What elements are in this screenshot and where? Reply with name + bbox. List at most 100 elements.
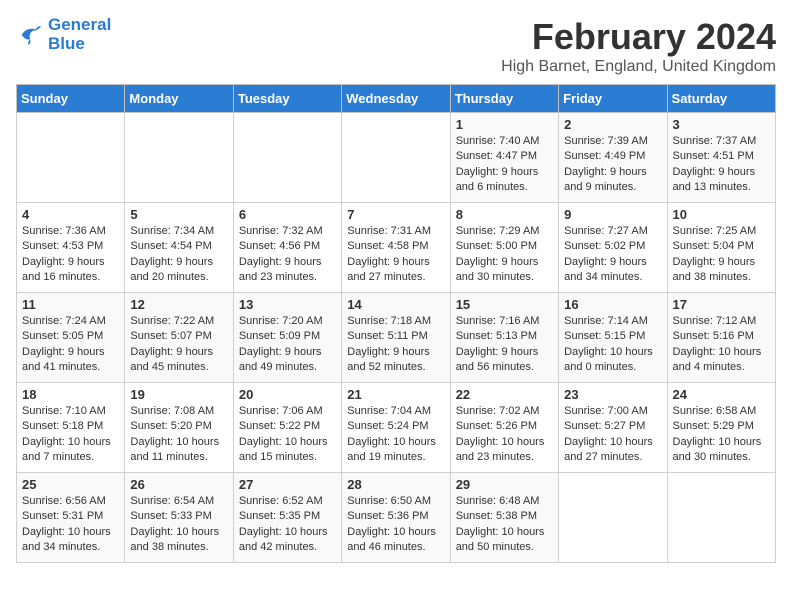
calendar-cell: 26 Sunrise: 6:54 AM Sunset: 5:33 PM Dayli… [125, 473, 233, 563]
day-number: 14 [347, 297, 444, 312]
logo-line2: Blue [48, 35, 111, 54]
calendar-cell: 9 Sunrise: 7:27 AM Sunset: 5:02 PM Daylig… [559, 203, 667, 293]
calendar-cell [233, 113, 341, 203]
day-info: Sunrise: 7:10 AM Sunset: 5:18 PM Dayligh… [22, 404, 119, 466]
calendar-cell: 6Sunrise: 7:32 AM Sunset: 4:56 PM Daylig… [233, 203, 341, 293]
weekday-header: Monday [125, 85, 233, 113]
day-number: 27 [239, 477, 336, 492]
calendar-cell: 1 Sunrise: 7:40 AM Sunset: 4:47 PM Daylig… [450, 113, 558, 203]
day-info: Sunrise: 6:56 AM Sunset: 5:31 PM Dayligh… [22, 494, 119, 556]
calendar-cell: 5 Sunrise: 7:34 AM Sunset: 4:54 PM Daylig… [125, 203, 233, 293]
day-number: 12 [130, 297, 227, 312]
day-info: Sunrise: 7:02 AM Sunset: 5:26 PM Dayligh… [456, 404, 553, 466]
day-info: Sunrise: 7:29 AM Sunset: 5:00 PM Dayligh… [456, 224, 553, 286]
calendar-cell [342, 113, 450, 203]
calendar-week-row: 4Sunrise: 7:36 AM Sunset: 4:53 PM Daylig… [17, 203, 776, 293]
calendar-cell: 24 Sunrise: 6:58 AM Sunset: 5:29 PM Dayli… [667, 383, 775, 473]
page-title: February 2024 [501, 16, 776, 58]
day-info: Sunrise: 7:00 AM Sunset: 5:27 PM Dayligh… [564, 404, 661, 466]
day-info: Sunrise: 7:31 AM Sunset: 4:58 PM Dayligh… [347, 224, 444, 286]
calendar-cell: 7 Sunrise: 7:31 AM Sunset: 4:58 PM Daylig… [342, 203, 450, 293]
calendar-cell: 20Sunrise: 7:06 AM Sunset: 5:22 PM Dayli… [233, 383, 341, 473]
day-number: 19 [130, 387, 227, 402]
day-number: 5 [130, 207, 227, 222]
day-info: Sunrise: 7:24 AM Sunset: 5:05 PM Dayligh… [22, 314, 119, 376]
day-info: Sunrise: 7:22 AM Sunset: 5:07 PM Dayligh… [130, 314, 227, 376]
day-info: Sunrise: 6:50 AM Sunset: 5:36 PM Dayligh… [347, 494, 444, 556]
calendar-cell: 27 Sunrise: 6:52 AM Sunset: 5:35 PM Dayli… [233, 473, 341, 563]
calendar-cell: 16 Sunrise: 7:14 AM Sunset: 5:15 PM Dayli… [559, 293, 667, 383]
day-number: 9 [564, 207, 661, 222]
calendar-cell: 17 Sunrise: 7:12 AM Sunset: 5:16 PM Dayli… [667, 293, 775, 383]
day-info: Sunrise: 7:25 AM Sunset: 5:04 PM Dayligh… [673, 224, 770, 286]
day-number: 11 [22, 297, 119, 312]
calendar-cell [17, 113, 125, 203]
day-number: 7 [347, 207, 444, 222]
calendar-week-row: 25 Sunrise: 6:56 AM Sunset: 5:31 PM Dayli… [17, 473, 776, 563]
calendar-cell: 23 Sunrise: 7:00 AM Sunset: 5:27 PM Dayli… [559, 383, 667, 473]
day-number: 17 [673, 297, 770, 312]
calendar-cell: 15Sunrise: 7:16 AM Sunset: 5:13 PM Dayli… [450, 293, 558, 383]
day-number: 8 [456, 207, 553, 222]
title-block: February 2024 High Barnet, England, Unit… [501, 16, 776, 76]
calendar-cell: 11 Sunrise: 7:24 AM Sunset: 5:05 PM Dayli… [17, 293, 125, 383]
day-number: 3 [673, 117, 770, 132]
calendar-cell: 22 Sunrise: 7:02 AM Sunset: 5:26 PM Dayli… [450, 383, 558, 473]
day-info: Sunrise: 7:36 AM Sunset: 4:53 PM Dayligh… [22, 224, 119, 286]
calendar-week-row: 11 Sunrise: 7:24 AM Sunset: 5:05 PM Dayli… [17, 293, 776, 383]
day-number: 23 [564, 387, 661, 402]
day-number: 26 [130, 477, 227, 492]
weekday-header: Wednesday [342, 85, 450, 113]
day-info: Sunrise: 6:52 AM Sunset: 5:35 PM Dayligh… [239, 494, 336, 556]
day-info: Sunrise: 7:18 AM Sunset: 5:11 PM Dayligh… [347, 314, 444, 376]
day-number: 1 [456, 117, 553, 132]
day-info: Sunrise: 7:12 AM Sunset: 5:16 PM Dayligh… [673, 314, 770, 376]
calendar-cell: 29Sunrise: 6:48 AM Sunset: 5:38 PM Dayli… [450, 473, 558, 563]
calendar-cell: 13Sunrise: 7:20 AM Sunset: 5:09 PM Dayli… [233, 293, 341, 383]
calendar-cell: 14 Sunrise: 7:18 AM Sunset: 5:11 PM Dayli… [342, 293, 450, 383]
weekday-header: Friday [559, 85, 667, 113]
day-number: 16 [564, 297, 661, 312]
day-info: Sunrise: 6:48 AM Sunset: 5:38 PM Dayligh… [456, 494, 553, 556]
day-number: 28 [347, 477, 444, 492]
day-info: Sunrise: 7:27 AM Sunset: 5:02 PM Dayligh… [564, 224, 661, 286]
day-info: Sunrise: 7:20 AM Sunset: 5:09 PM Dayligh… [239, 314, 336, 376]
day-info: Sunrise: 6:54 AM Sunset: 5:33 PM Dayligh… [130, 494, 227, 556]
day-info: Sunrise: 7:04 AM Sunset: 5:24 PM Dayligh… [347, 404, 444, 466]
day-info: Sunrise: 7:40 AM Sunset: 4:47 PM Dayligh… [456, 134, 553, 196]
day-number: 18 [22, 387, 119, 402]
logo-line1: General [48, 16, 111, 35]
calendar-cell: 18 Sunrise: 7:10 AM Sunset: 5:18 PM Dayli… [17, 383, 125, 473]
calendar-cell: 21 Sunrise: 7:04 AM Sunset: 5:24 PM Dayli… [342, 383, 450, 473]
day-info: Sunrise: 7:08 AM Sunset: 5:20 PM Dayligh… [130, 404, 227, 466]
calendar-cell: 12 Sunrise: 7:22 AM Sunset: 5:07 PM Dayli… [125, 293, 233, 383]
day-info: Sunrise: 7:16 AM Sunset: 5:13 PM Dayligh… [456, 314, 553, 376]
page-header: General Blue February 2024 High Barnet, … [16, 16, 776, 76]
calendar-week-row: 1 Sunrise: 7:40 AM Sunset: 4:47 PM Daylig… [17, 113, 776, 203]
day-number: 2 [564, 117, 661, 132]
day-number: 21 [347, 387, 444, 402]
logo: General Blue [16, 16, 111, 53]
calendar-table: SundayMondayTuesdayWednesdayThursdayFrid… [16, 84, 776, 563]
calendar-cell: 8 Sunrise: 7:29 AM Sunset: 5:00 PM Daylig… [450, 203, 558, 293]
weekday-header: Thursday [450, 85, 558, 113]
day-info: Sunrise: 7:06 AM Sunset: 5:22 PM Dayligh… [239, 404, 336, 466]
day-info: Sunrise: 6:58 AM Sunset: 5:29 PM Dayligh… [673, 404, 770, 466]
calendar-week-row: 18 Sunrise: 7:10 AM Sunset: 5:18 PM Dayli… [17, 383, 776, 473]
day-number: 22 [456, 387, 553, 402]
day-info: Sunrise: 7:39 AM Sunset: 4:49 PM Dayligh… [564, 134, 661, 196]
day-info: Sunrise: 7:14 AM Sunset: 5:15 PM Dayligh… [564, 314, 661, 376]
calendar-cell: 4Sunrise: 7:36 AM Sunset: 4:53 PM Daylig… [17, 203, 125, 293]
day-number: 25 [22, 477, 119, 492]
day-number: 10 [673, 207, 770, 222]
day-number: 24 [673, 387, 770, 402]
calendar-cell: 25 Sunrise: 6:56 AM Sunset: 5:31 PM Dayli… [17, 473, 125, 563]
day-info: Sunrise: 7:37 AM Sunset: 4:51 PM Dayligh… [673, 134, 770, 196]
weekday-header: Sunday [17, 85, 125, 113]
weekday-header: Saturday [667, 85, 775, 113]
page-subtitle: High Barnet, England, United Kingdom [501, 58, 776, 76]
day-info: Sunrise: 7:34 AM Sunset: 4:54 PM Dayligh… [130, 224, 227, 286]
calendar-cell: 2 Sunrise: 7:39 AM Sunset: 4:49 PM Daylig… [559, 113, 667, 203]
calendar-header: SundayMondayTuesdayWednesdayThursdayFrid… [17, 85, 776, 113]
calendar-cell [667, 473, 775, 563]
